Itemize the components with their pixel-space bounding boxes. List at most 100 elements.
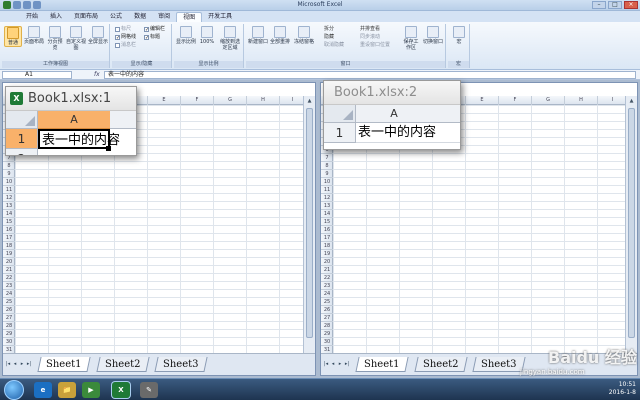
freeze-panes-button[interactable]: 冻结窗格	[292, 26, 316, 45]
row-header[interactable]: 27	[321, 313, 333, 321]
row-header[interactable]: 20	[321, 257, 333, 265]
row-header[interactable]: 24	[321, 289, 333, 297]
row-header[interactable]: 31	[321, 345, 333, 353]
column-header-b[interactable]	[110, 111, 136, 129]
row-header[interactable]: 26	[3, 305, 15, 313]
row-header[interactable]: 8	[3, 161, 15, 169]
last-sheet-icon[interactable]: ▸|	[26, 361, 32, 368]
row-header[interactable]: 16	[3, 225, 15, 233]
row-header[interactable]: 26	[321, 305, 333, 313]
zoom-to-selection-button[interactable]: 缩放到选定区域	[218, 26, 242, 51]
row-header[interactable]: 8	[321, 161, 333, 169]
column-header[interactable]: G	[213, 96, 246, 105]
view-side-by-side-button[interactable]: 并排查看	[360, 26, 380, 33]
scroll-thumb[interactable]	[628, 108, 635, 338]
row-header[interactable]: 10	[321, 177, 333, 185]
column-header[interactable]: E	[465, 96, 498, 105]
row-header[interactable]: 19	[3, 249, 15, 257]
hide-button[interactable]: 隐藏	[324, 34, 334, 41]
row-header-2[interactable]: 2	[6, 149, 38, 155]
row-header[interactable]: 25	[321, 297, 333, 305]
message-bar-checkbox[interactable]: 消息栏	[115, 42, 136, 49]
zoom-100-button[interactable]: 100%	[198, 26, 216, 45]
excel-taskbar-icon[interactable]: X	[112, 382, 130, 398]
tab-review[interactable]: 审阅	[152, 12, 176, 22]
next-sheet-icon[interactable]: ▸	[19, 361, 25, 368]
minimize-button[interactable]: –	[592, 1, 606, 9]
row-header[interactable]: 22	[3, 273, 15, 281]
fill-handle[interactable]	[106, 146, 111, 151]
row-header[interactable]: 7	[321, 153, 333, 161]
macros-button[interactable]: 宏	[450, 26, 468, 45]
sheet-tab-sheet2[interactable]: Sheet2	[96, 357, 150, 372]
name-box[interactable]: A1	[2, 71, 72, 79]
page-layout-view-button[interactable]: 页面布局	[24, 26, 44, 45]
custom-views-button[interactable]: 自定义视图	[66, 26, 86, 51]
start-button[interactable]	[4, 380, 24, 400]
row-header[interactable]: 12	[3, 193, 15, 201]
row-header[interactable]: 14	[321, 209, 333, 217]
reset-window-position-button[interactable]: 重设窗口位置	[360, 42, 390, 49]
row-header[interactable]: 28	[321, 321, 333, 329]
full-screen-button[interactable]: 全屏显示	[88, 26, 108, 45]
formula-bar-checkbox[interactable]: ✓ 编辑栏	[144, 26, 165, 33]
new-window-button[interactable]: 新建窗口	[248, 26, 268, 45]
column-header-a[interactable]: A	[356, 105, 432, 123]
row-header[interactable]: 11	[321, 185, 333, 193]
sheet-tab-sheet2[interactable]: Sheet2	[414, 357, 468, 372]
row-header[interactable]: 22	[321, 273, 333, 281]
column-header[interactable]: G	[531, 96, 564, 105]
tab-view[interactable]: 视图	[176, 12, 203, 22]
column-header[interactable]: E	[147, 96, 180, 105]
system-tray-clock[interactable]: 10:51 2016-1-8	[609, 381, 636, 397]
row-header[interactable]: 30	[321, 337, 333, 345]
first-sheet-icon[interactable]: |◂	[323, 361, 329, 368]
row-header[interactable]: 18	[3, 241, 15, 249]
row-header[interactable]: 12	[321, 193, 333, 201]
prev-sheet-icon[interactable]: ◂	[330, 361, 336, 368]
column-header-a[interactable]: A	[38, 111, 110, 129]
first-sheet-icon[interactable]: |◂	[5, 361, 11, 368]
row-header[interactable]: 11	[3, 185, 15, 193]
column-header[interactable]: F	[498, 96, 531, 105]
switch-windows-button[interactable]: 切换窗口	[422, 26, 444, 45]
tab-developer[interactable]: 开发工具	[202, 12, 238, 22]
row-header[interactable]: 9	[3, 169, 15, 177]
headings-checkbox[interactable]: ✓ 标题	[144, 34, 160, 41]
row-header[interactable]: 31	[3, 345, 15, 353]
page-break-preview-button[interactable]: 分页预览	[46, 26, 64, 51]
row-header[interactable]: 13	[321, 201, 333, 209]
vertical-scrollbar[interactable]: ▲ ▼	[625, 96, 637, 361]
row-header[interactable]: 27	[3, 313, 15, 321]
row-header[interactable]: 23	[321, 281, 333, 289]
next-sheet-icon[interactable]: ▸	[337, 361, 343, 368]
vertical-scrollbar[interactable]: ▲ ▼	[303, 96, 315, 361]
tab-page-layout[interactable]: 页面布局	[68, 12, 104, 22]
last-sheet-icon[interactable]: ▸|	[344, 361, 350, 368]
column-header[interactable]: H	[246, 96, 279, 105]
row-header-1[interactable]: 1	[324, 123, 356, 143]
tab-insert[interactable]: 插入	[44, 12, 68, 22]
scroll-up-icon[interactable]: ▲	[626, 96, 637, 106]
row-header[interactable]: 15	[321, 217, 333, 225]
paint-icon[interactable]: ✎	[140, 382, 158, 398]
row-header[interactable]: 19	[321, 249, 333, 257]
split-button[interactable]: 拆分	[324, 26, 334, 33]
normal-view-button[interactable]: 普通	[4, 26, 22, 47]
column-header-b[interactable]	[432, 105, 460, 123]
sheet-tab-sheet3[interactable]: Sheet3	[154, 357, 208, 372]
save-workspace-button[interactable]: 保存工作区	[402, 26, 420, 51]
sheet-tab-sheet1[interactable]: Sheet1	[37, 357, 91, 372]
formula-input[interactable]: 表一中的内容	[104, 71, 636, 79]
sync-scroll-button[interactable]: 同步滚动	[360, 34, 380, 41]
row-header[interactable]: 10	[3, 177, 15, 185]
row-header[interactable]: 25	[3, 297, 15, 305]
row-header-1[interactable]: 1	[6, 129, 38, 149]
close-button[interactable]: ×	[624, 1, 638, 9]
unhide-button[interactable]: 取消隐藏	[324, 42, 344, 49]
zoom-button[interactable]: 显示比例	[176, 26, 196, 45]
arrange-all-button[interactable]: 全部重排	[270, 26, 290, 45]
row-header[interactable]: 29	[321, 329, 333, 337]
folder-icon[interactable]: 📁	[58, 382, 76, 398]
row-header[interactable]: 16	[321, 225, 333, 233]
